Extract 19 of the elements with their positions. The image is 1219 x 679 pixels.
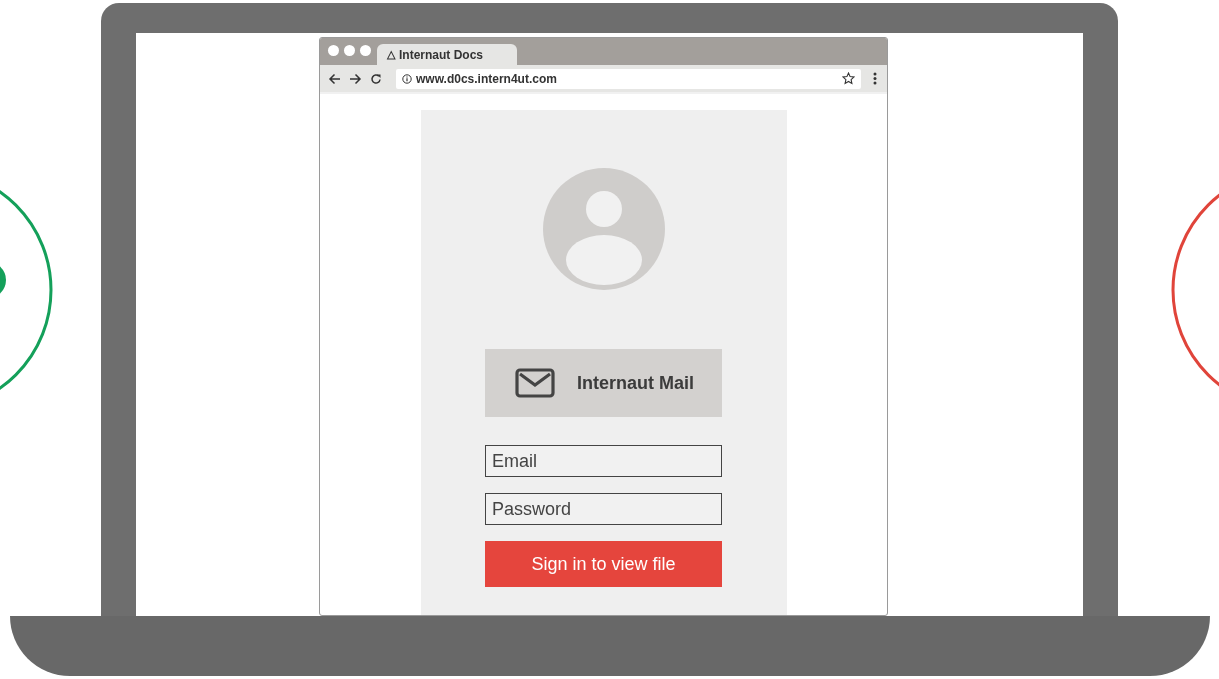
tab-icon: △ xyxy=(387,48,395,61)
window-dot[interactable] xyxy=(328,45,339,56)
input-field[interactable]: Password xyxy=(485,493,722,525)
avatar-icon xyxy=(542,168,665,290)
browser-tab[interactable]: △ Internaut Docs xyxy=(377,44,517,65)
reload-icon[interactable] xyxy=(370,72,382,85)
info-icon[interactable] xyxy=(402,73,412,84)
back-icon[interactable] xyxy=(328,72,341,85)
url-text: www.d0cs.intern4ut.com xyxy=(416,71,558,86)
star-icon[interactable] xyxy=(842,72,855,85)
forward-icon[interactable] xyxy=(349,72,362,85)
input-field[interactable]: Email xyxy=(485,445,722,477)
window-dot[interactable] xyxy=(360,45,371,56)
window-dot[interactable] xyxy=(344,45,355,56)
menu-icon[interactable] xyxy=(873,72,877,85)
sign-in-button[interactable]: Sign in to view file xyxy=(485,541,722,587)
envelope-icon xyxy=(515,368,555,398)
address-bar[interactable]: www.d0cs.intern4ut.com xyxy=(396,68,861,89)
mail-sign-in-button[interactable]: Internaut Mail xyxy=(485,349,722,417)
